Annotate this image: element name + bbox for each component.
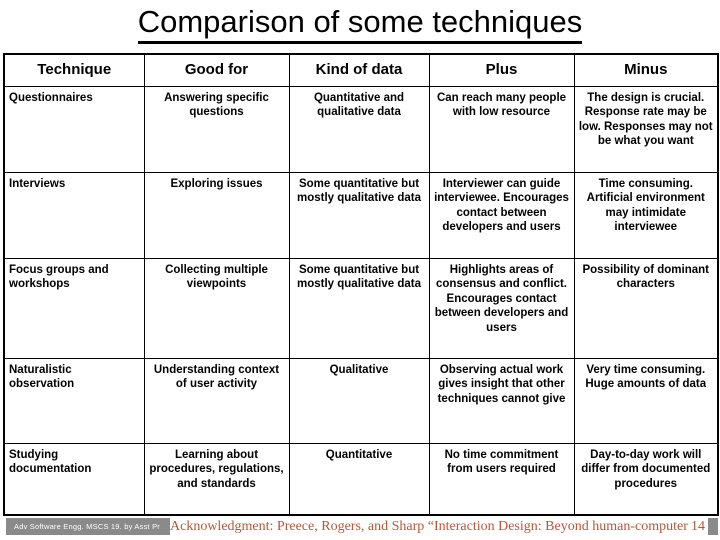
cell-good-for: Collecting multiple viewpoints [143, 257, 290, 359]
cell-good-for: Exploring issues [143, 171, 290, 259]
column-header-good-for: Good for [143, 53, 290, 87]
cell-minus: Possibility of dominant characters [573, 257, 719, 359]
cell-technique: Focus groups and workshops [3, 257, 145, 359]
cell-good-for: Understanding context of user activity [143, 357, 290, 444]
course-label: Adv Software Engg. MSCS 19. by Asst Pr [6, 518, 188, 535]
table-header-row: Technique Good for Kind of data Plus Min… [3, 53, 719, 87]
column-header-minus: Minus [573, 53, 719, 87]
cell-kind-of-data: Some quantitative but mostly qualitative… [288, 171, 430, 259]
cell-plus: Can reach many people with low resource [428, 85, 575, 173]
cell-minus: Very time consuming. Huge amounts of dat… [573, 357, 719, 444]
cell-kind-of-data: Quantitative and qualitative data [288, 85, 430, 173]
table-row: Focus groups and workshops Collecting mu… [3, 257, 719, 359]
cell-technique: Naturalistic observation [3, 357, 145, 444]
column-header-plus: Plus [428, 53, 575, 87]
cell-minus: Day-to-day work will differ from documen… [573, 442, 719, 516]
acknowledgment-text: Acknowledgment: Preece, Rogers, and Shar… [170, 516, 690, 537]
cell-technique: Questionnaires [3, 85, 145, 173]
comparison-table-container: Technique Good for Kind of data Plus Min… [3, 53, 719, 516]
cell-good-for: Learning about procedures, regulations, … [143, 442, 290, 516]
slide-footer: Adv Software Engg. MSCS 19. by Asst Pr A… [0, 516, 720, 540]
cell-technique: Studying documentation [3, 442, 145, 516]
table-row: Studying documentation Learning about pr… [3, 442, 719, 516]
comparison-table: Technique Good for Kind of data Plus Min… [3, 53, 719, 516]
cell-technique: Interviews [3, 171, 145, 259]
cell-kind-of-data: Some quantitative but mostly qualitative… [288, 257, 430, 359]
table-row: Naturalistic observation Understanding c… [3, 357, 719, 444]
cell-minus: The design is crucial. Response rate may… [573, 85, 719, 173]
table-row: Questionnaires Answering specific questi… [3, 85, 719, 173]
slide-number: 14 [691, 519, 705, 534]
cell-plus: Observing actual work gives insight that… [428, 357, 575, 444]
cell-plus: Highlights areas of consensus and confli… [428, 257, 575, 359]
cell-kind-of-data: Qualitative [288, 357, 430, 444]
page-title-text: Comparison of some techniques [137, 4, 583, 44]
cell-plus: No time commitment from users required [428, 442, 575, 516]
column-header-kind-of-data: Kind of data [288, 53, 430, 87]
table-row: Interviews Exploring issues Some quantit… [3, 171, 719, 259]
cell-kind-of-data: Quantitative [288, 442, 430, 516]
column-header-technique: Technique [3, 53, 145, 87]
cell-good-for: Answering specific questions [143, 85, 290, 173]
footer-bar-tail [708, 518, 718, 535]
page-title: Comparison of some techniques [0, 0, 720, 44]
cell-plus: Interviewer can guide interviewee. Encou… [428, 171, 575, 259]
cell-minus: Time consuming. Artificial environment m… [573, 171, 719, 259]
